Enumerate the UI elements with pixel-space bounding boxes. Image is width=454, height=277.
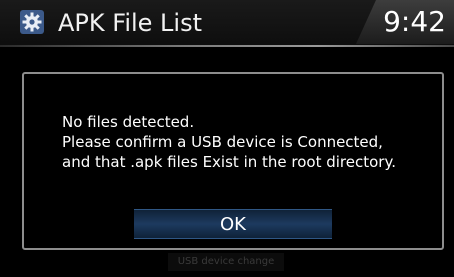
gear-icon <box>20 10 44 34</box>
message-line: Please confirm a USB device is Connected… <box>62 133 383 151</box>
page-title: APK File List <box>58 9 202 37</box>
message-line: and that .apk files Exist in the root di… <box>62 153 396 171</box>
header-bar: APK File List 9:42 <box>0 0 454 47</box>
clock: 9:42 <box>383 5 446 38</box>
usb-device-change-button: USB device change <box>168 253 284 271</box>
message-dialog: No files detected. Please confirm a USB … <box>22 72 444 250</box>
ok-button-label: OK <box>220 213 246 235</box>
message-line: No files detected. <box>62 113 195 131</box>
dialog-message: No files detected. Please confirm a USB … <box>62 112 442 172</box>
clock-tab: 9:42 <box>356 0 454 44</box>
ok-button[interactable]: OK <box>134 209 332 239</box>
header-divider <box>0 45 454 47</box>
